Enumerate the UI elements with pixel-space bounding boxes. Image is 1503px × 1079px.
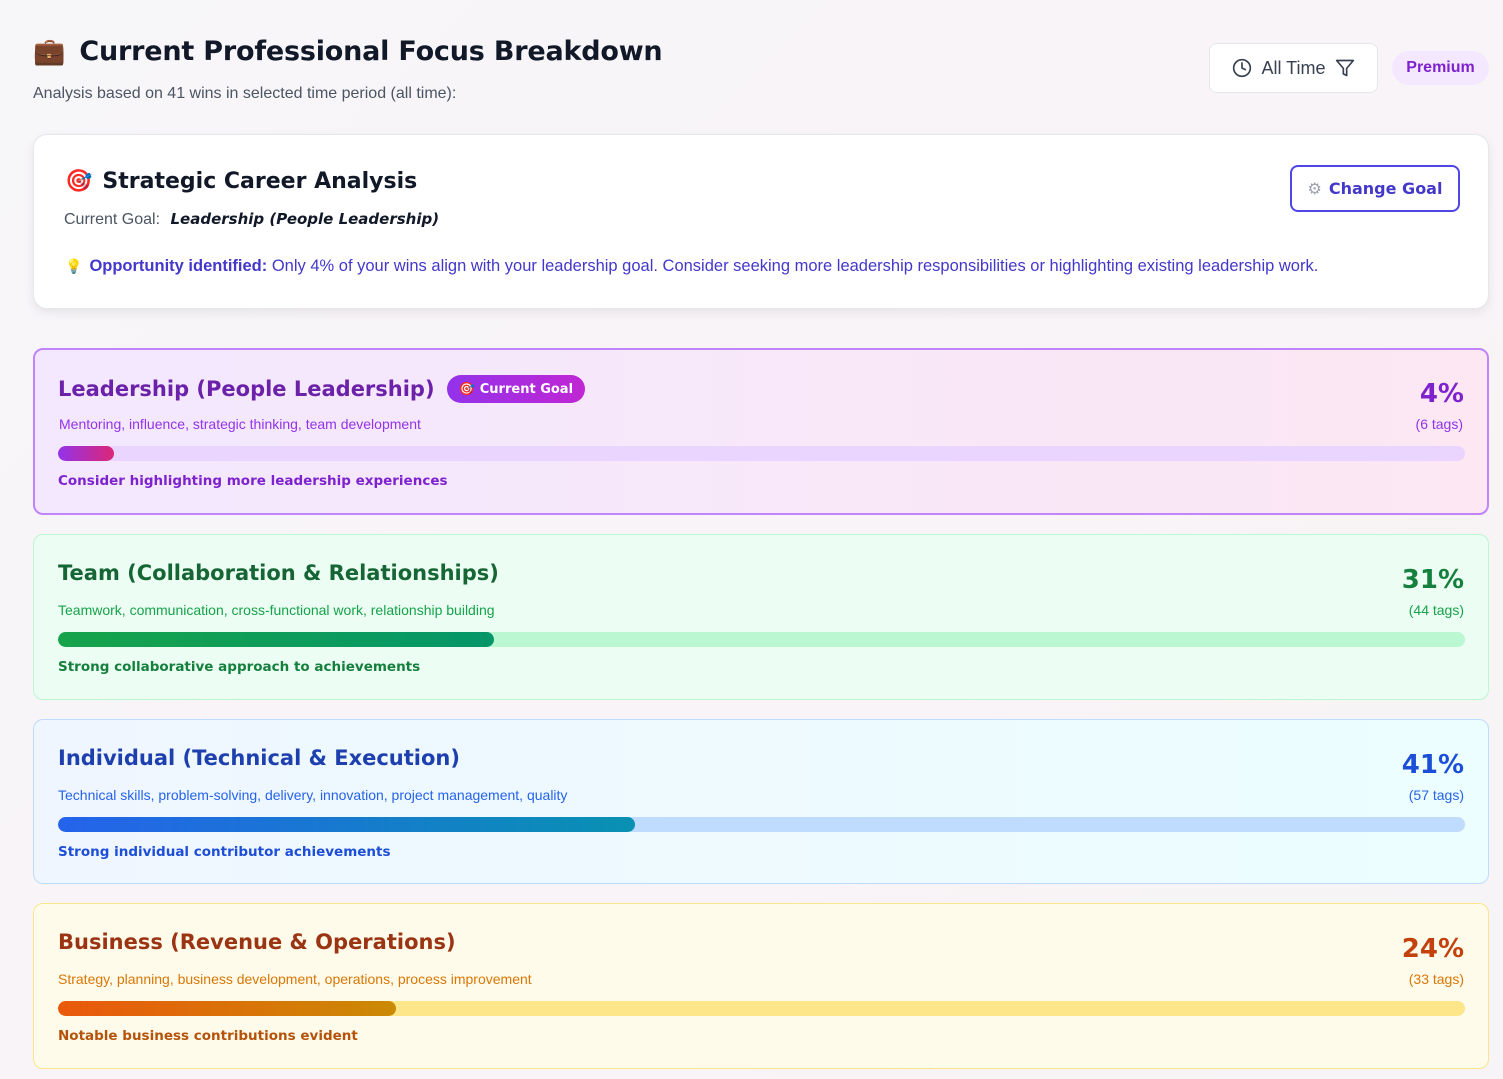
category-title-row: Team (Collaboration & Relationships) xyxy=(58,561,499,585)
focus-breakdown-page: 💼 Current Professional Focus Breakdown A… xyxy=(0,0,1503,1079)
header-title-row: 💼 Current Professional Focus Breakdown xyxy=(33,36,663,67)
current-goal-value: Leadership (People Leadership) xyxy=(170,210,440,228)
progress-fill xyxy=(58,632,495,647)
category-description: Teamwork, communication, cross-functiona… xyxy=(58,602,495,618)
progress-track xyxy=(58,446,1465,461)
change-goal-button[interactable]: ⚙ Change Goal xyxy=(1290,165,1460,212)
strategic-title: Strategic Career Analysis xyxy=(102,169,418,194)
progress-track xyxy=(58,817,1465,832)
briefcase-icon: 💼 xyxy=(33,36,66,67)
category-percent: 41% xyxy=(1401,750,1464,780)
category-percent: 4% xyxy=(1419,379,1464,409)
progress-fill xyxy=(58,446,115,461)
current-goal-line: Current Goal: Leadership (People Leaders… xyxy=(64,210,439,229)
time-filter-label: All Time xyxy=(1261,57,1326,78)
category-card-leadership: Leadership (People Leadership) 🎯 Current … xyxy=(33,348,1489,515)
opportunity-label: Opportunity identified: xyxy=(89,257,268,275)
category-name: Leadership (People Leadership) xyxy=(58,377,435,401)
category-description: Mentoring, influence, strategic thinking… xyxy=(59,416,421,432)
category-description: Strategy, planning, business development… xyxy=(58,971,532,987)
category-tag-count: (44 tags) xyxy=(1408,602,1464,618)
current-goal-label: Current Goal: xyxy=(64,211,161,228)
category-title-row: Leadership (People Leadership) 🎯 Current … xyxy=(58,375,586,403)
category-note: Consider highlighting more leadership ex… xyxy=(58,473,448,489)
premium-badge: Premium xyxy=(1392,51,1489,85)
lightbulb-icon: 💡 xyxy=(65,258,83,274)
category-title-row: Business (Revenue & Operations) xyxy=(58,930,456,954)
gear-icon: ⚙ xyxy=(1307,179,1322,198)
category-tag-count: (57 tags) xyxy=(1408,787,1464,803)
progress-fill xyxy=(58,817,635,832)
category-description: Technical skills, problem-solving, deliv… xyxy=(58,787,568,803)
category-card-team: Team (Collaboration & Relationships) Tea… xyxy=(33,534,1489,700)
time-filter-button[interactable]: All Time xyxy=(1209,43,1378,93)
category-tag-count: (33 tags) xyxy=(1408,971,1464,987)
clock-icon xyxy=(1233,58,1252,78)
progress-fill xyxy=(58,1001,396,1016)
current-goal-badge: 🎯 Current Goal xyxy=(446,375,586,403)
category-note: Strong collaborative approach to achieve… xyxy=(58,659,421,675)
header: 💼 Current Professional Focus Breakdown A… xyxy=(33,36,663,103)
category-name: Individual (Technical & Execution) xyxy=(58,746,460,770)
page-title: Current Professional Focus Breakdown xyxy=(79,36,663,67)
current-goal-badge-label: Current Goal xyxy=(479,381,574,397)
opportunity-text: Only 4% of your wins align with your lea… xyxy=(267,257,1319,275)
category-note: Strong individual contributor achievemen… xyxy=(58,844,391,860)
page-subtitle: Analysis based on 41 wins in selected ti… xyxy=(33,85,457,102)
category-title-row: Individual (Technical & Execution) xyxy=(58,746,460,770)
opportunity-message: 💡 Opportunity identified: Only 4% of your… xyxy=(65,257,1318,276)
category-name: Team (Collaboration & Relationships) xyxy=(58,561,499,585)
category-percent: 24% xyxy=(1401,934,1464,964)
category-percent: 31% xyxy=(1401,565,1464,595)
progress-track xyxy=(58,1001,1465,1016)
filter-icon xyxy=(1335,59,1354,77)
category-card-individual: Individual (Technical & Execution) Techn… xyxy=(33,719,1489,884)
strategic-analysis-card: 🎯 Strategic Career Analysis Current Goal… xyxy=(33,134,1489,309)
category-note: Notable business contributions evident xyxy=(58,1028,358,1044)
category-tag-count: (6 tags) xyxy=(1415,416,1463,432)
category-card-business: Business (Revenue & Operations) Strategy… xyxy=(33,903,1489,1069)
progress-track xyxy=(58,632,1465,647)
strategic-header: 🎯 Strategic Career Analysis xyxy=(65,169,417,194)
target-icon: 🎯 xyxy=(458,381,475,397)
category-name: Business (Revenue & Operations) xyxy=(58,930,456,954)
change-goal-label: Change Goal xyxy=(1328,179,1443,198)
target-icon: 🎯 xyxy=(65,168,93,194)
